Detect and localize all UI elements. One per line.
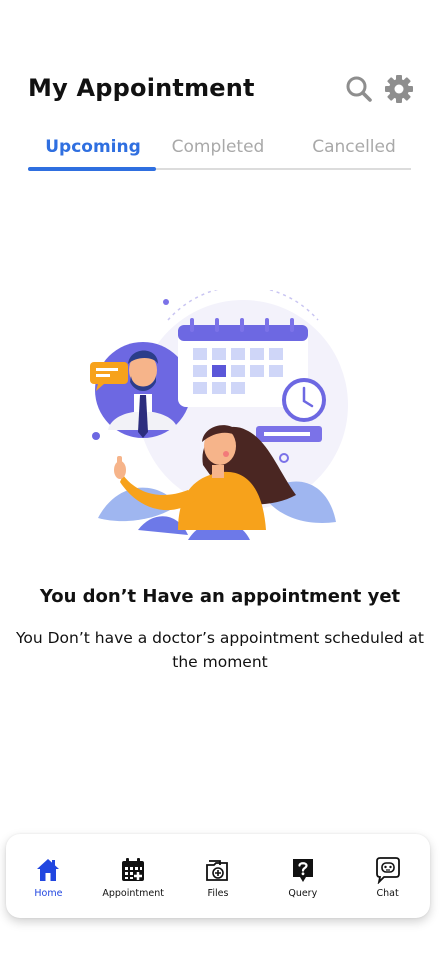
gear-icon <box>385 75 413 103</box>
nav-item-files[interactable]: Files <box>178 856 258 899</box>
chat-icon <box>375 857 400 884</box>
nav-item-query[interactable]: Query <box>263 856 343 899</box>
home-icon <box>37 859 60 881</box>
doctor-appointment-illustration <box>90 290 348 540</box>
question-icon <box>292 859 313 882</box>
nav-item-home[interactable]: Home <box>8 856 88 899</box>
appointments-screen: My Appointment Upcoming Completed Cancel… <box>0 0 440 956</box>
nav-label-files: Files <box>207 888 229 899</box>
empty-state-title: You don’t Have an appointment yet <box>39 586 401 607</box>
nav-label-query: Query <box>288 888 318 899</box>
page-title: My Appointment <box>28 74 255 102</box>
nav-label-appointment: Appointment <box>102 888 164 899</box>
calendar-icon <box>122 858 145 881</box>
empty-state-message: You Don’t have a doctor’s appointment sc… <box>15 629 425 671</box>
nav-label-chat: Chat <box>376 888 399 899</box>
nav-item-appointment[interactable]: Appointment <box>93 856 173 899</box>
files-icon <box>206 860 228 881</box>
tab-cancelled[interactable]: Cancelled <box>290 130 418 170</box>
bottom-navigation: Home Appointment Files Query Chat <box>6 834 430 918</box>
appointment-tabs: Upcoming Completed Cancelled <box>28 130 411 171</box>
search-icon <box>346 76 372 102</box>
nav-label-home: Home <box>34 888 63 899</box>
tab-upcoming[interactable]: Upcoming <box>28 130 158 170</box>
active-tab-indicator <box>28 167 156 171</box>
search-button[interactable] <box>344 74 374 104</box>
settings-button[interactable] <box>384 74 414 104</box>
tab-completed[interactable]: Completed <box>156 130 280 170</box>
nav-item-chat[interactable]: Chat <box>348 856 428 899</box>
